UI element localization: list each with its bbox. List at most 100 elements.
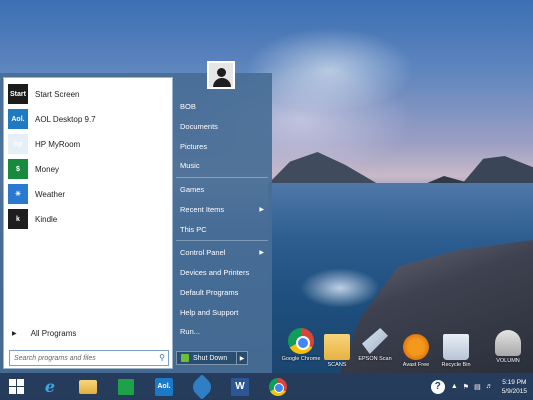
right-item-label: Help and Support <box>180 307 239 317</box>
money-icon: $ <box>8 159 28 179</box>
taskbar-internet-explorer[interactable]: e <box>38 376 62 397</box>
volume-icon <box>495 330 521 356</box>
right-item-control-panel[interactable]: Control Panel ▶ <box>180 245 268 259</box>
clock[interactable]: 5:19 PM 5/9/2015 <box>502 378 527 396</box>
shutdown-label: Shut Down <box>193 354 228 362</box>
right-item-pictures[interactable]: Pictures <box>180 139 268 153</box>
help-icon[interactable]: ? <box>430 379 445 394</box>
divider <box>176 177 268 178</box>
internet-explorer-icon: e <box>44 377 56 396</box>
taskbar-chrome[interactable] <box>266 376 290 397</box>
desktop-icon-label: VOLUMN <box>496 358 520 364</box>
clock-date: 5/9/2015 <box>501 387 527 395</box>
program-label: Money <box>35 164 60 174</box>
program-label: Start Screen <box>35 89 80 99</box>
chevron-right-icon: ▶ <box>259 206 264 213</box>
right-item-devices-and-printers[interactable]: Devices and Printers <box>180 265 268 279</box>
start-menu-left-pane: Start Start Screen Aol. AOL Desktop 9.7 … <box>3 77 173 369</box>
program-item-kindle[interactable]: k Kindle <box>8 207 168 231</box>
taskbar-word[interactable]: W <box>228 376 252 397</box>
desktop-icon-recycle-bin[interactable]: Recycle Bin <box>431 334 481 368</box>
right-item-user[interactable]: BOB <box>180 99 268 113</box>
desktop-icon-volumn[interactable]: VOLUMN <box>483 330 533 364</box>
taskbar-rocket-app[interactable] <box>189 373 215 400</box>
program-label: Weather <box>35 189 66 199</box>
desktop-icon-label: EPSON Scan <box>358 356 392 362</box>
program-item-hp-myroom[interactable]: hp HP MyRoom <box>8 132 168 156</box>
program-item-start-screen[interactable]: Start Start Screen <box>8 82 168 106</box>
system-tray: ? ▲ ⚑ ▤ ♬ 5:19 PM 5/9/2015 <box>430 375 527 398</box>
user-avatar[interactable] <box>207 61 235 89</box>
right-item-label: Games <box>180 184 205 194</box>
taskbar-store[interactable] <box>114 376 138 397</box>
right-item-recent-items[interactable]: Recent Items ▶ <box>180 202 268 216</box>
file-explorer-icon <box>79 379 97 394</box>
right-item-label: Devices and Printers <box>180 267 250 277</box>
start-button[interactable] <box>4 376 28 397</box>
power-icon <box>181 354 189 362</box>
right-item-games[interactable]: Games <box>180 182 268 196</box>
divider <box>176 240 268 241</box>
rocket-icon <box>189 373 215 400</box>
right-item-label: Run... <box>180 326 201 336</box>
right-item-label: Documents <box>180 121 218 131</box>
network-icon[interactable]: ▤ <box>474 383 481 391</box>
windows-logo-icon <box>8 379 24 394</box>
search-placeholder: Search programs and files <box>14 354 96 362</box>
kindle-icon: k <box>8 209 28 229</box>
scanner-icon <box>362 328 388 354</box>
chrome-icon <box>269 377 287 396</box>
clock-time: 5:19 PM <box>502 378 527 386</box>
desktop-icon-label: Recycle Bin <box>441 362 471 368</box>
start-menu: Start Start Screen Aol. AOL Desktop 9.7 … <box>0 61 272 373</box>
folder-icon <box>324 334 350 360</box>
wave-foam <box>300 268 380 308</box>
speaker-icon[interactable]: ♬ <box>486 383 493 390</box>
all-programs-label: All Programs <box>30 329 77 338</box>
weather-icon: ☀ <box>8 184 28 204</box>
right-item-music[interactable]: Music <box>180 158 268 172</box>
program-label: AOL Desktop 9.7 <box>35 114 96 124</box>
chrome-icon <box>288 328 314 354</box>
action-center-flag-icon[interactable]: ⚑ <box>463 383 469 391</box>
desktop-icon-label: SCANS <box>327 362 347 368</box>
program-label: HP MyRoom <box>35 139 81 149</box>
program-item-money[interactable]: $ Money <box>8 157 168 181</box>
right-item-label: Control Panel <box>180 247 226 257</box>
right-item-run[interactable]: Run... <box>180 324 268 338</box>
program-item-weather[interactable]: ☀ Weather <box>8 182 168 206</box>
search-input[interactable]: Search programs and files ⚲ <box>9 350 169 366</box>
program-item-aol-desktop[interactable]: Aol. AOL Desktop 9.7 <box>8 107 168 131</box>
desktop-icon-label: Avast Free <box>402 362 430 368</box>
aol-icon: Aol. <box>155 377 173 396</box>
taskbar-aol[interactable]: Aol. <box>152 376 176 397</box>
right-item-label: Music <box>180 160 200 170</box>
aol-icon: Aol. <box>8 109 28 129</box>
user-name: BOB <box>180 101 196 111</box>
right-item-this-pc[interactable]: This PC <box>180 222 268 236</box>
user-avatar-body <box>213 78 231 87</box>
right-item-label: This PC <box>180 224 207 234</box>
right-item-documents[interactable]: Documents <box>180 119 268 133</box>
search-icon[interactable]: ⚲ <box>159 353 165 362</box>
avast-icon <box>403 334 429 360</box>
right-item-label: Recent Items <box>180 204 225 214</box>
store-icon <box>118 378 134 395</box>
start-screen-icon: Start <box>8 84 28 104</box>
taskbar-file-explorer[interactable] <box>76 376 100 397</box>
program-label: Kindle <box>35 214 58 224</box>
show-hidden-icons-icon[interactable]: ▲ <box>451 383 458 390</box>
user-avatar-head <box>217 68 226 77</box>
taskbar: e Aol. W ? ▲ ⚑ ▤ ♬ 5:19 PM 5/9/2015 <box>0 373 533 400</box>
right-item-label: Default Programs <box>180 287 239 297</box>
recycle-bin-icon <box>443 334 469 360</box>
right-item-default-programs[interactable]: Default Programs <box>180 285 268 299</box>
word-icon: W <box>231 377 249 396</box>
right-item-help-and-support[interactable]: Help and Support <box>180 305 268 319</box>
triangle-right-icon: ▶ <box>12 331 17 337</box>
shutdown-options-button[interactable]: ▶ <box>236 351 248 365</box>
right-item-label: Pictures <box>180 141 208 151</box>
hp-myroom-icon: hp <box>8 134 28 154</box>
chevron-right-icon: ▶ <box>259 249 264 256</box>
all-programs-button[interactable]: ▶ All Programs <box>12 329 76 338</box>
